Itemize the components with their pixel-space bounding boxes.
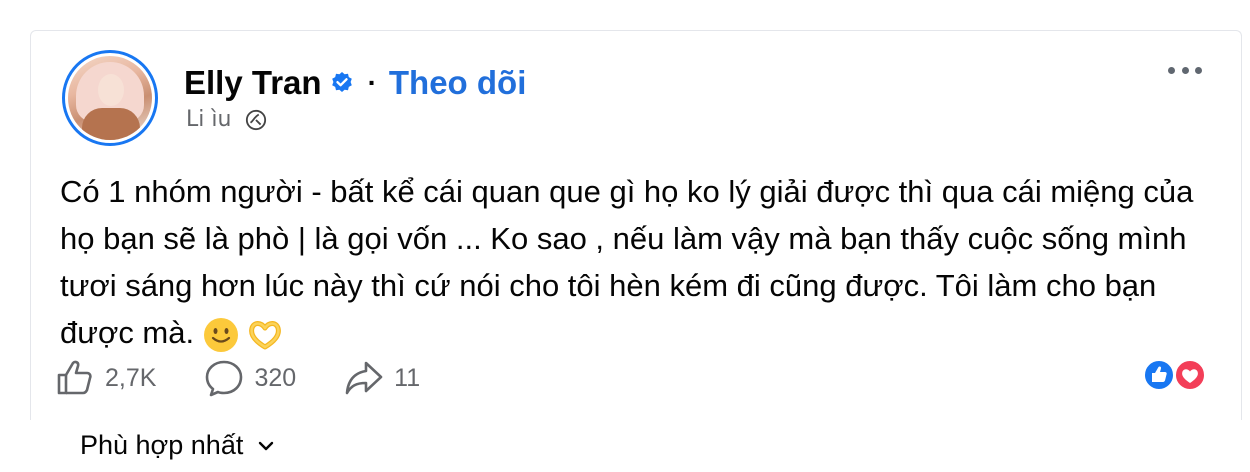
follow-button[interactable]: Theo dõi — [389, 64, 526, 102]
post-timestamp[interactable]: Li ìu — [186, 107, 231, 132]
separator-dot: · — [367, 67, 377, 98]
author-avatar[interactable] — [62, 50, 158, 146]
post-header: Elly Tran · Theo dõi — [184, 64, 526, 102]
love-reaction-icon — [1174, 359, 1206, 391]
share-count: 11 — [394, 363, 421, 392]
like-button[interactable]: 2,7K — [55, 358, 156, 398]
verified-badge-icon — [331, 72, 352, 92]
avatar-image — [68, 56, 152, 140]
share-icon — [345, 361, 383, 395]
heart-hands-emoji — [249, 320, 282, 350]
reaction-summary[interactable] — [1142, 358, 1208, 392]
author-name[interactable]: Elly Tran — [184, 64, 322, 102]
share-button[interactable]: 11 — [344, 358, 420, 398]
like-reaction-icon — [1143, 359, 1175, 391]
smiling-face-emoji — [203, 317, 238, 352]
globe-icon — [246, 109, 267, 130]
comments-sort-dropdown[interactable]: Phù hợp nhất — [80, 430, 277, 461]
comment-icon — [206, 360, 243, 397]
like-count: 2,7K — [105, 363, 157, 392]
chevron-down-icon — [259, 441, 274, 450]
sort-label: Phù hợp nhất — [80, 430, 244, 460]
post-actions: 2,7K 320 11 — [55, 358, 468, 398]
like-icon — [57, 360, 92, 395]
more-options-icon[interactable] — [1168, 60, 1202, 80]
post-body: Có 1 nhóm người - bất kể cái quan que gì… — [60, 168, 1200, 356]
post-meta: Li ìu — [186, 107, 267, 132]
comment-button[interactable]: 320 — [204, 358, 296, 398]
comment-count: 320 — [254, 363, 297, 392]
